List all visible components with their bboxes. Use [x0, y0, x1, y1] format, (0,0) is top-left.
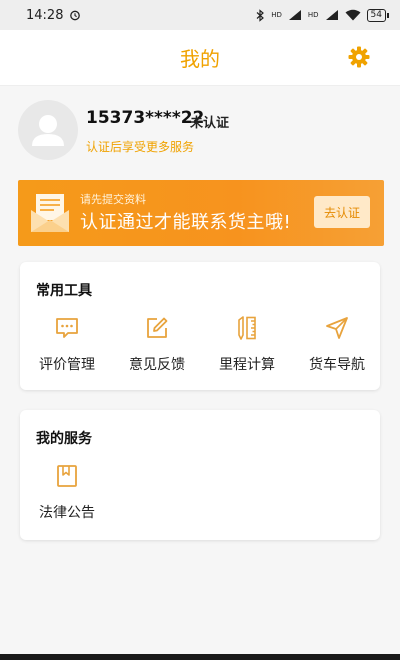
tools-title: 常用工具 — [36, 283, 92, 299]
page-title: 我的 — [180, 47, 220, 71]
tool-review-management[interactable]: 评价管理 — [22, 312, 112, 382]
profile-phone: 15373****22 — [86, 108, 205, 128]
signal-label-2: HD — [307, 11, 319, 19]
comment-icon — [56, 318, 78, 338]
banner-subtitle: 请先提交资料 — [80, 193, 146, 206]
ruler-pencil-icon — [238, 316, 256, 340]
signal-label-1: HD — [271, 11, 282, 19]
services-card: 我的服务 法律公告 — [20, 410, 380, 540]
status-right: HD HD 54 — [256, 8, 390, 22]
tool-truck-navigation[interactable]: 货车导航 — [292, 312, 382, 382]
bookmark-icon — [57, 465, 77, 487]
navigation-icon — [326, 317, 348, 339]
tools-row: 评价管理 意见反馈 里程计算 货车导航 — [20, 312, 380, 382]
alarm-icon — [70, 10, 81, 21]
banner-title: 认证通过才能联系货主哦! — [80, 212, 292, 233]
verification-banner[interactable]: 请先提交资料 认证通过才能联系货主哦! 去认证 — [18, 180, 384, 246]
tool-label: 里程计算 — [219, 357, 275, 373]
wifi-icon — [345, 9, 361, 21]
verification-status: 未认证 — [190, 116, 230, 131]
edit-icon — [147, 317, 168, 338]
tool-feedback[interactable]: 意见反馈 — [112, 312, 202, 382]
battery-icon: 54 — [366, 8, 390, 22]
settings-button[interactable] — [346, 44, 372, 70]
tools-card: 常用工具 评价管理 意见反馈 里程计算 货车导航 — [20, 262, 380, 390]
profile-section[interactable]: 15373****22 未认证 认证后享受更多服务 — [0, 86, 400, 176]
envelope-document-icon — [31, 194, 69, 232]
tool-label: 意见反馈 — [129, 357, 185, 373]
gear-icon — [348, 46, 370, 68]
tool-label: 货车导航 — [309, 357, 365, 373]
service-label: 法律公告 — [39, 505, 95, 521]
avatar[interactable] — [18, 100, 78, 160]
service-legal-notice[interactable]: 法律公告 — [22, 460, 112, 530]
signal-icon — [288, 10, 301, 20]
system-navigation-bar — [0, 654, 400, 660]
tool-mileage-calculation[interactable]: 里程计算 — [202, 312, 292, 382]
tool-label: 评价管理 — [39, 357, 95, 373]
status-bar: 14:28 HD HD 54 — [0, 0, 400, 30]
services-row: 法律公告 — [20, 460, 380, 530]
user-icon — [32, 115, 64, 146]
signal-icon-2 — [325, 10, 338, 20]
status-left: 14:28 — [26, 8, 81, 23]
verify-button[interactable]: 去认证 — [314, 196, 370, 228]
services-title: 我的服务 — [36, 431, 92, 447]
profile-hint: 认证后享受更多服务 — [86, 140, 195, 154]
app-header: 我的 — [0, 30, 400, 86]
bluetooth-icon — [256, 8, 265, 22]
status-time: 14:28 — [26, 7, 64, 23]
